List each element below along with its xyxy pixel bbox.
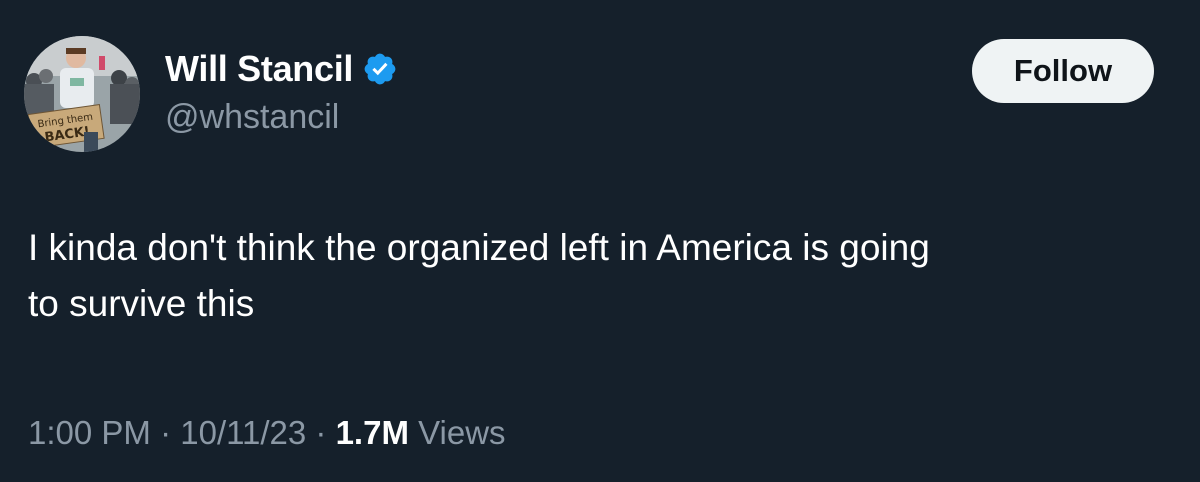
tweet-meta: 1:00 PM · 10/11/23 · 1.7M Views: [28, 410, 506, 456]
tweet-card: Bring them BACK! Will Stancil @whstancil…: [0, 0, 1200, 482]
meta-separator: ·: [306, 414, 336, 451]
views-count[interactable]: 1.7M: [336, 414, 409, 451]
tweet-text: I kinda don't think the organized left i…: [28, 227, 930, 324]
tweet-date[interactable]: 10/11/23: [180, 414, 306, 451]
user-info: Will Stancil @whstancil: [165, 44, 398, 140]
user-handle[interactable]: @whstancil: [165, 94, 398, 140]
name-row: Will Stancil: [165, 44, 398, 94]
tweet-time[interactable]: 1:00 PM: [28, 414, 151, 451]
display-name[interactable]: Will Stancil: [165, 44, 353, 94]
meta-separator: ·: [150, 414, 181, 451]
views-label: Views: [408, 414, 506, 451]
verified-badge-icon: [362, 51, 398, 87]
avatar[interactable]: Bring them BACK!: [24, 36, 140, 152]
avatar-photo: Bring them BACK!: [24, 36, 140, 152]
follow-button[interactable]: Follow: [972, 39, 1154, 103]
